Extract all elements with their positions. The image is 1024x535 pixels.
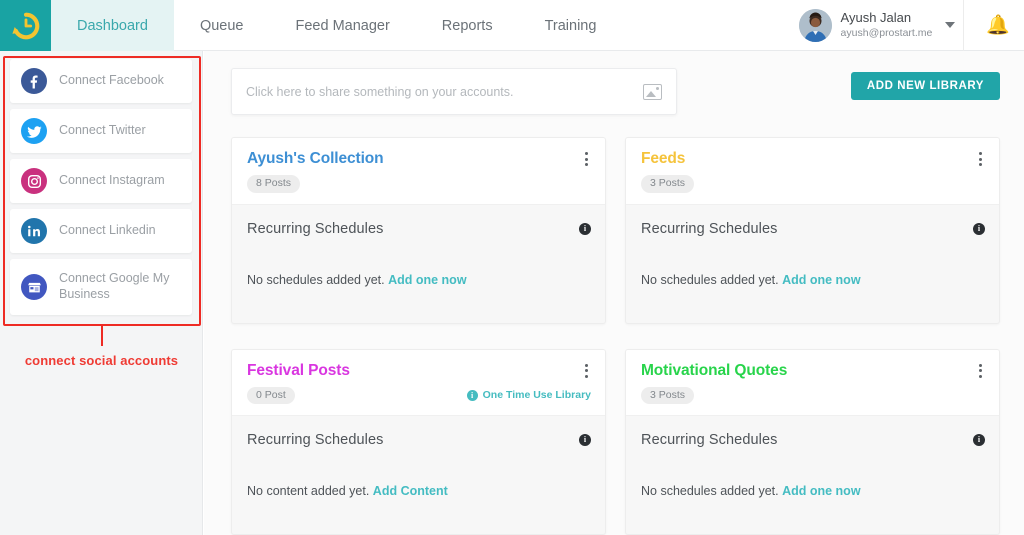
nav-item-label: Reports xyxy=(441,17,493,34)
nav-items: Dashboard Queue Feed Manager Reports Tra… xyxy=(51,0,622,51)
post-count-badge: 3 Posts xyxy=(641,175,695,193)
image-upload-icon[interactable] xyxy=(643,83,662,100)
nav-item-dashboard[interactable]: Dashboard xyxy=(51,0,174,51)
info-icon[interactable] xyxy=(579,433,591,451)
card-section-title: Recurring Schedules xyxy=(247,432,384,448)
sidebar-item-label: Connect Twitter xyxy=(59,123,146,138)
library-card: Festival Posts 0 Post One Time Use Libra… xyxy=(231,348,606,535)
user-info: Ayush Jalan ayush@prostart.me xyxy=(841,10,933,39)
post-count-badge: 8 Posts xyxy=(247,175,301,193)
annotation-pointer-line xyxy=(101,326,103,346)
empty-action-link[interactable]: Add one now xyxy=(388,273,466,287)
nav-item-feed-manager[interactable]: Feed Manager xyxy=(269,0,415,51)
library-card: Motivational Quotes 3 Posts Recurring Sc… xyxy=(625,348,1000,535)
top-navigation-bar: Dashboard Queue Feed Manager Reports Tra… xyxy=(0,0,1024,51)
share-composer[interactable]: Click here to share something on your ac… xyxy=(231,68,677,115)
card-meta: 8 Posts xyxy=(247,175,591,193)
sidebar-item-label: Connect Google My Business xyxy=(59,271,170,301)
history-clock-icon xyxy=(11,12,39,39)
user-name: Ayush Jalan xyxy=(840,10,912,26)
one-time-use-label: One Time Use Library xyxy=(482,389,591,402)
nav-item-label: Dashboard xyxy=(77,17,148,34)
nav-item-queue[interactable]: Queue xyxy=(174,0,270,51)
sidebar-item-facebook[interactable]: Connect Facebook xyxy=(10,59,192,103)
main-toolbar: Click here to share something on your ac… xyxy=(231,68,1000,115)
card-title[interactable]: Festival Posts xyxy=(247,362,591,380)
card-body: Recurring Schedules No schedules added y… xyxy=(626,416,999,534)
nav-item-label: Training xyxy=(544,17,597,34)
avatar-image xyxy=(798,8,832,42)
empty-text: No schedules added yet. xyxy=(641,272,779,287)
user-area: Ayush Jalan ayush@prostart.me 🔔 xyxy=(798,0,1024,51)
card-menu-icon[interactable] xyxy=(579,150,593,168)
empty-text: No schedules added yet. xyxy=(641,484,779,498)
info-icon[interactable] xyxy=(579,222,591,240)
card-header: Motivational Quotes 3 Posts xyxy=(626,349,999,416)
annotation-label: connect social accounts xyxy=(24,353,179,368)
card-meta: 0 Post One Time Use Library xyxy=(247,386,591,404)
nav-item-label: Queue xyxy=(199,17,244,34)
card-empty-state: No content added yet. Add Content xyxy=(247,484,590,498)
avatar[interactable] xyxy=(798,8,832,42)
library-card: Ayush's Collection 8 Posts Recurring Sch… xyxy=(231,137,606,324)
library-card-grid: Ayush's Collection 8 Posts Recurring Sch… xyxy=(231,137,1000,535)
card-section-title: Recurring Schedules xyxy=(641,220,778,237)
add-new-library-button[interactable]: ADD NEW LIBRARY xyxy=(850,72,1000,100)
instagram-icon xyxy=(21,168,47,194)
info-icon[interactable] xyxy=(973,222,985,240)
post-count-badge: 3 Posts xyxy=(641,386,695,404)
card-menu-icon[interactable] xyxy=(973,362,987,380)
card-section-title: Recurring Schedules xyxy=(641,432,778,448)
sidebar-item-twitter[interactable]: Connect Twitter xyxy=(10,109,192,153)
empty-action-link[interactable]: Add one now xyxy=(782,484,860,498)
card-empty-state: No schedules added yet. Add one now xyxy=(247,273,590,287)
notification-bell-icon[interactable]: 🔔 xyxy=(986,16,1010,35)
card-title[interactable]: Feeds xyxy=(641,150,985,168)
sidebar-item-label: Connect Linkedin xyxy=(59,223,156,238)
nav-item-training[interactable]: Training xyxy=(519,0,623,51)
card-body: Recurring Schedules No content added yet… xyxy=(232,416,605,534)
post-count-badge: 0 Post xyxy=(247,386,295,404)
empty-text: No content added yet. xyxy=(247,484,370,498)
card-title[interactable]: Motivational Quotes xyxy=(641,362,985,380)
empty-action-link[interactable]: Add Content xyxy=(373,484,448,498)
info-icon xyxy=(466,389,478,401)
card-meta: 3 Posts xyxy=(641,386,985,404)
sidebar-item-google-my-business[interactable]: Connect Google My Business xyxy=(10,259,192,315)
library-card: Feeds 3 Posts Recurring Schedules No sch… xyxy=(625,137,1000,324)
social-accounts-sidebar: Connect Facebook Connect Twitter Connect… xyxy=(0,51,203,535)
card-header: Feeds 3 Posts xyxy=(626,138,999,205)
main-content: Click here to share something on your ac… xyxy=(204,51,1024,535)
google-my-business-icon xyxy=(21,274,47,300)
nav-item-label: Feed Manager xyxy=(295,17,390,34)
app-logo[interactable] xyxy=(0,0,51,51)
chevron-down-icon[interactable] xyxy=(945,22,956,28)
user-email: ayush@prostart.me xyxy=(840,26,933,39)
card-menu-icon[interactable] xyxy=(579,362,593,380)
card-header: Ayush's Collection 8 Posts xyxy=(232,138,605,205)
sidebar-item-label: Connect Facebook xyxy=(59,73,164,88)
card-empty-state: No schedules added yet. Add one now xyxy=(641,273,984,287)
card-menu-icon[interactable] xyxy=(973,150,987,168)
card-meta: 3 Posts xyxy=(641,175,985,193)
twitter-icon xyxy=(21,118,47,144)
card-body: Recurring Schedules No schedules added y… xyxy=(232,205,605,323)
composer-placeholder: Click here to share something on your ac… xyxy=(246,84,514,99)
empty-action-link[interactable]: Add one now xyxy=(782,273,860,287)
empty-text: No schedules added yet. xyxy=(247,272,385,287)
info-icon[interactable] xyxy=(973,433,985,451)
sidebar-item-instagram[interactable]: Connect Instagram xyxy=(10,159,192,203)
card-header: Festival Posts 0 Post One Time Use Libra… xyxy=(232,349,605,416)
card-body: Recurring Schedules No schedules added y… xyxy=(626,205,999,323)
facebook-icon xyxy=(21,68,47,94)
card-empty-state: No schedules added yet. Add one now xyxy=(641,484,984,498)
nav-item-reports[interactable]: Reports xyxy=(416,0,519,51)
sidebar-item-label: Connect Instagram xyxy=(59,173,165,188)
sidebar-item-linkedin[interactable]: Connect Linkedin xyxy=(10,209,192,253)
card-section-title: Recurring Schedules xyxy=(247,220,384,237)
one-time-use-badge[interactable]: One Time Use Library xyxy=(466,389,591,402)
linkedin-icon xyxy=(21,218,47,244)
card-title[interactable]: Ayush's Collection xyxy=(247,150,591,168)
divider xyxy=(963,0,965,51)
